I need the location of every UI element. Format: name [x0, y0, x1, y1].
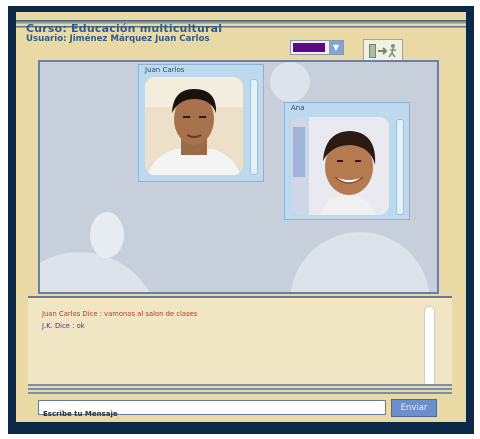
background-decoration: [270, 62, 310, 102]
webcam-image-juan-carlos: [145, 77, 243, 175]
background-decoration: [40, 252, 160, 292]
video-window-juan-carlos[interactable]: Juan Carlos: [138, 64, 264, 182]
video-scrollbar[interactable]: [396, 119, 404, 215]
chat-log: Juan Carlos Dice : vamonos al salon de c…: [28, 296, 452, 388]
video-stage: Juan Carlos Ana: [38, 60, 439, 294]
chevron-down-icon[interactable]: ▼: [329, 41, 343, 54]
user-name: Usuario: Jiménez Márquez Juan Carlos: [26, 34, 210, 44]
chat-message: J.K. Dice : ok: [42, 322, 85, 330]
background-decoration: [290, 232, 430, 292]
video-scrollbar[interactable]: [250, 79, 258, 175]
background-decoration: [90, 212, 124, 258]
send-button[interactable]: Enviar: [391, 399, 437, 417]
exit-door-icon: [369, 44, 396, 58]
webcam-image-ana: [291, 117, 389, 215]
message-input-container: [38, 400, 386, 421]
color-swatch: [293, 43, 325, 52]
chat-scrollbar[interactable]: [424, 306, 435, 388]
footer-stripes: [28, 384, 452, 396]
color-picker[interactable]: ▼: [290, 40, 344, 55]
video-name-label: Ana: [291, 104, 305, 112]
message-input[interactable]: [39, 407, 385, 421]
video-name-label: Juan Carlos: [145, 66, 185, 74]
video-window-ana[interactable]: Ana: [284, 102, 410, 220]
chat-message: Juan Carlos Dice : vamonos al salon de c…: [42, 310, 198, 318]
